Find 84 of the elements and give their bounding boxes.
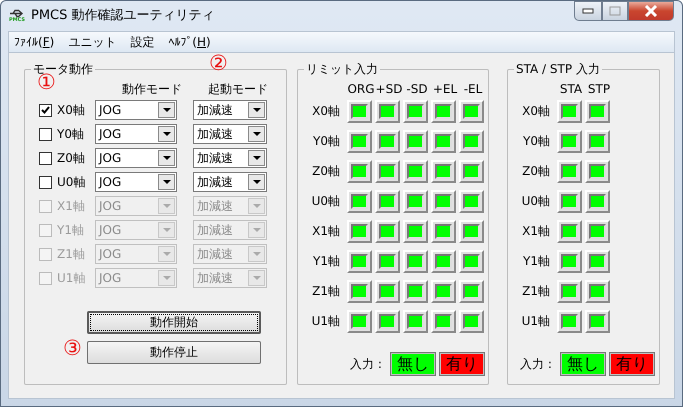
axis-label: Y0軸 bbox=[57, 126, 85, 142]
window-title: PMCS 動作確認ユーティリティ bbox=[31, 8, 215, 24]
legend-swatch: 有り bbox=[438, 352, 485, 376]
menu-item[interactable]: 設定 bbox=[130, 34, 154, 50]
axis-label: X0軸 bbox=[57, 102, 86, 118]
axis-label: U1軸 bbox=[310, 313, 341, 328]
close-button[interactable] bbox=[628, 1, 674, 21]
caret-icon bbox=[248, 126, 265, 142]
axis-label: U1軸 bbox=[57, 270, 86, 286]
dropdown[interactable]: 加減速 bbox=[193, 124, 267, 144]
caret-icon bbox=[248, 270, 265, 286]
legend-swatch: 無し bbox=[390, 352, 436, 376]
caret-icon bbox=[248, 150, 265, 166]
column-header: -SD bbox=[405, 82, 429, 96]
axis-label: Z0軸 bbox=[57, 150, 86, 166]
column-header: ORG bbox=[347, 82, 375, 96]
dropdown[interactable]: 加減速 bbox=[193, 148, 267, 168]
axis-label: X1軸 bbox=[311, 223, 341, 238]
column-header: 起動モード bbox=[207, 82, 269, 96]
dropdown[interactable]: JOG bbox=[95, 172, 177, 192]
axis-label: X0軸 bbox=[311, 103, 341, 118]
axis-label: Z1軸 bbox=[311, 283, 341, 298]
caret-icon bbox=[158, 270, 175, 286]
checkbox[interactable] bbox=[39, 128, 52, 140]
action-button[interactable]: 動作開始 bbox=[87, 311, 261, 334]
column-header: STA bbox=[558, 82, 584, 96]
action-button[interactable]: 動作停止 bbox=[87, 341, 261, 364]
axis-label: U0軸 bbox=[310, 193, 341, 208]
annotation-number: ③ bbox=[63, 338, 82, 359]
minimize-icon bbox=[582, 8, 594, 14]
caret-icon bbox=[158, 150, 175, 166]
dropdown[interactable]: JOG bbox=[95, 124, 177, 144]
caret-icon bbox=[158, 126, 175, 142]
group-title: リミット入力 bbox=[304, 62, 380, 76]
axis-label: Y1軸 bbox=[312, 253, 341, 268]
dropdown[interactable]: 加減速 bbox=[193, 100, 267, 120]
caret-icon bbox=[158, 174, 175, 190]
axis-label: U0軸 bbox=[520, 193, 551, 208]
menu-item[interactable]: ユニット bbox=[68, 34, 116, 50]
dropdown[interactable]: JOG bbox=[95, 100, 177, 120]
legend-label: 入力 : bbox=[350, 356, 382, 372]
caret-icon bbox=[248, 246, 265, 262]
column-header: +SD bbox=[375, 82, 403, 96]
maximize-button[interactable] bbox=[602, 1, 628, 21]
close-icon bbox=[644, 5, 658, 17]
checkbox[interactable] bbox=[39, 104, 52, 116]
minimize-button[interactable] bbox=[574, 1, 602, 21]
axis-label: Y0軸 bbox=[522, 133, 551, 148]
axis-label: U0軸 bbox=[57, 174, 86, 190]
axis-label: Y1軸 bbox=[522, 253, 551, 268]
axis-label: X1軸 bbox=[521, 223, 551, 238]
axis-label: X0軸 bbox=[521, 103, 551, 118]
caret-icon bbox=[158, 246, 175, 262]
axis-label: Z0軸 bbox=[521, 163, 551, 178]
caret-icon bbox=[248, 198, 265, 214]
axis-label: Z1軸 bbox=[521, 283, 551, 298]
caret-icon bbox=[248, 174, 265, 190]
legend-swatch: 有り bbox=[608, 352, 655, 376]
axis-label: Z1軸 bbox=[57, 246, 86, 262]
axis-label: Y1軸 bbox=[57, 222, 85, 238]
axis-label: Z0軸 bbox=[311, 163, 341, 178]
annotation-number: ② bbox=[209, 53, 228, 74]
legend-label: 入力 : bbox=[520, 356, 552, 372]
caret-icon bbox=[248, 222, 265, 238]
menu-item[interactable]: ﾍﾙﾌﾟ(H) bbox=[168, 34, 211, 50]
caret-icon bbox=[158, 102, 175, 118]
maximize-icon bbox=[609, 6, 621, 16]
caret-icon bbox=[158, 222, 175, 238]
dropdown[interactable]: JOG bbox=[95, 148, 177, 168]
column-header: +EL bbox=[432, 82, 458, 96]
axis-label: X1軸 bbox=[57, 198, 86, 214]
axis-label: Y0軸 bbox=[312, 133, 341, 148]
menu-item[interactable]: ﾌｧｲﾙ(F) bbox=[14, 34, 54, 50]
axis-label: U1軸 bbox=[520, 313, 551, 328]
caret-icon bbox=[158, 198, 175, 214]
column-header: -EL bbox=[462, 82, 484, 96]
group-title: STA / STP 入力 bbox=[514, 62, 602, 76]
column-header: STP bbox=[586, 82, 612, 96]
legend-swatch: 無し bbox=[560, 352, 606, 376]
caret-icon bbox=[248, 102, 265, 118]
dropdown[interactable]: 加減速 bbox=[193, 172, 267, 192]
column-header: 動作モード bbox=[121, 82, 183, 96]
checkbox[interactable] bbox=[39, 152, 52, 164]
checkbox[interactable] bbox=[39, 176, 52, 188]
